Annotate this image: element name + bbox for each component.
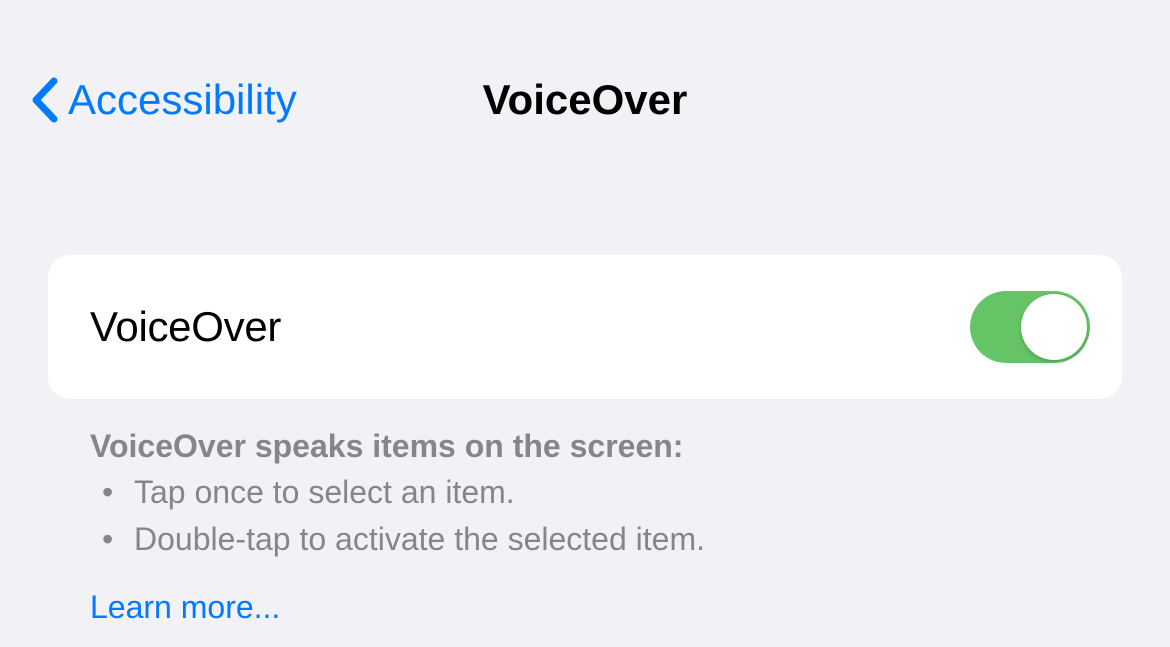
back-button[interactable]: Accessibility [30, 76, 297, 124]
chevron-left-icon [30, 77, 58, 123]
bullet-item: Tap once to select an item. [90, 469, 1122, 515]
voiceover-toggle[interactable] [970, 291, 1090, 363]
navigation-bar: Accessibility VoiceOver [0, 0, 1170, 140]
voiceover-label: VoiceOver [90, 303, 281, 351]
description-heading: VoiceOver speaks items on the screen: [90, 423, 1122, 469]
toggle-knob [1021, 294, 1087, 360]
content-area: VoiceOver VoiceOver speaks items on the … [0, 140, 1170, 631]
description-block: VoiceOver speaks items on the screen: Ta… [48, 399, 1122, 631]
page-title: VoiceOver [483, 76, 688, 124]
learn-more-link[interactable]: Learn more... [90, 584, 280, 630]
description-bullets: Tap once to select an item. Double-tap t… [90, 469, 1122, 562]
bullet-item: Double-tap to activate the selected item… [90, 516, 1122, 562]
back-label: Accessibility [68, 76, 297, 124]
voiceover-row: VoiceOver [48, 255, 1122, 399]
